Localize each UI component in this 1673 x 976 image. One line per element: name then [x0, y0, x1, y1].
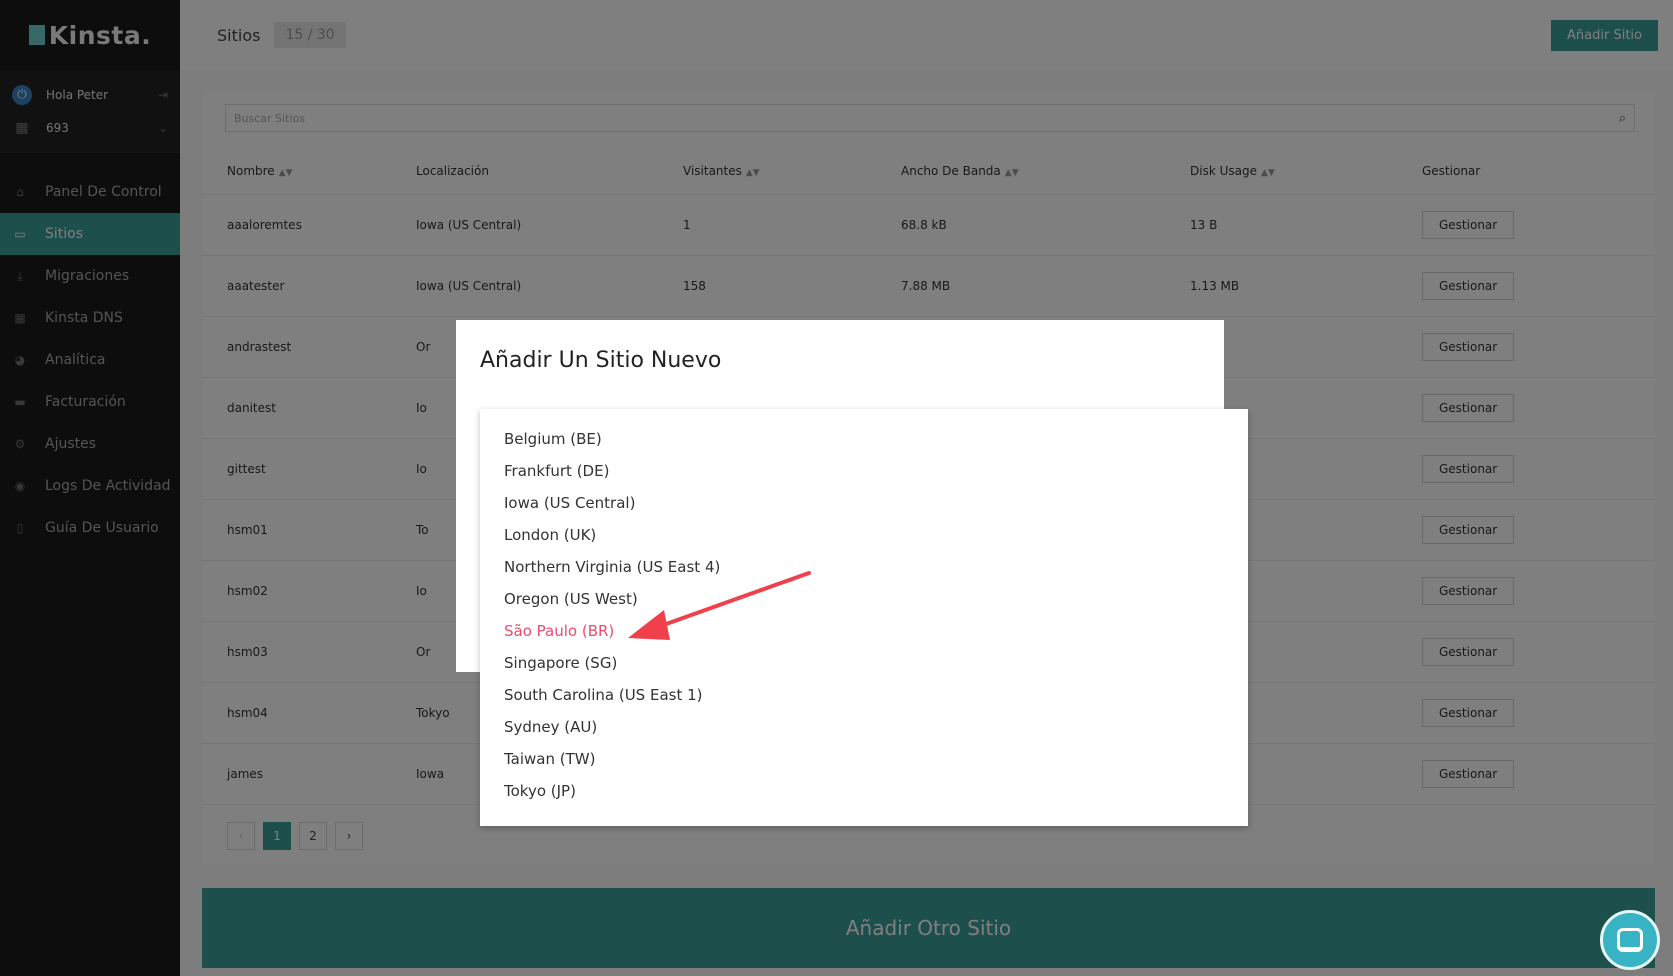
location-option[interactable]: Belgium (BE) [480, 423, 1248, 455]
location-option[interactable]: Singapore (SG) [480, 647, 1248, 679]
location-option[interactable]: Iowa (US Central) [480, 487, 1248, 519]
location-option[interactable]: Sydney (AU) [480, 711, 1248, 743]
location-option[interactable]: Northern Virginia (US East 4) [480, 551, 1248, 583]
location-option[interactable]: Oregon (US West) [480, 583, 1248, 615]
location-option[interactable]: Taiwan (TW) [480, 743, 1248, 775]
location-option[interactable]: London (UK) [480, 519, 1248, 551]
location-dropdown: Belgium (BE) Frankfurt (DE) Iowa (US Cen… [480, 409, 1248, 826]
chat-launcher-button[interactable] [1600, 910, 1660, 970]
location-option[interactable]: Frankfurt (DE) [480, 455, 1248, 487]
chat-bubble-icon [1617, 928, 1643, 952]
location-option-highlighted[interactable]: São Paulo (BR) [480, 615, 1248, 647]
location-option[interactable]: South Carolina (US East 1) [480, 679, 1248, 711]
modal-title: Añadir Un Sitio Nuevo [480, 348, 722, 373]
location-option[interactable]: Tokyo (JP) [480, 775, 1248, 807]
